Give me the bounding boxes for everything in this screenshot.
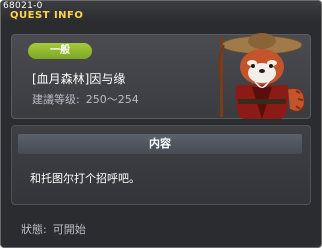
window-title: QUEST INFO [10, 10, 84, 21]
status-label: 狀態: [21, 223, 47, 236]
quest-content-card: 内容 和托图尔打个招呼吧。 [11, 125, 311, 205]
quest-status: 狀態: 可開始 [21, 221, 92, 237]
content-body: 和托图尔打个招呼吧。 [30, 172, 140, 185]
level-label: 建議等级: [32, 93, 80, 106]
quest-summary-card: 一般 [血月森林]因与缘 建議等级: 250～254 [11, 33, 311, 119]
recommended-level: 建議等级: 250～254 [32, 91, 145, 107]
quest-name: [血月森林]因与缘 [32, 72, 126, 86]
title-bar[interactable]: 68021-0 QUEST INFO [1, 1, 321, 23]
level-value: 250～254 [85, 93, 139, 106]
quest-info-window: 68021-0 QUEST INFO 一般 [血月森林]因与缘 建議等级: 250… [0, 0, 322, 248]
quest-type-badge: 一般 [28, 43, 92, 59]
red-panda-npc-icon [217, 33, 305, 119]
content-header: 内容 [18, 134, 302, 154]
status-value: 可開始 [52, 223, 86, 236]
